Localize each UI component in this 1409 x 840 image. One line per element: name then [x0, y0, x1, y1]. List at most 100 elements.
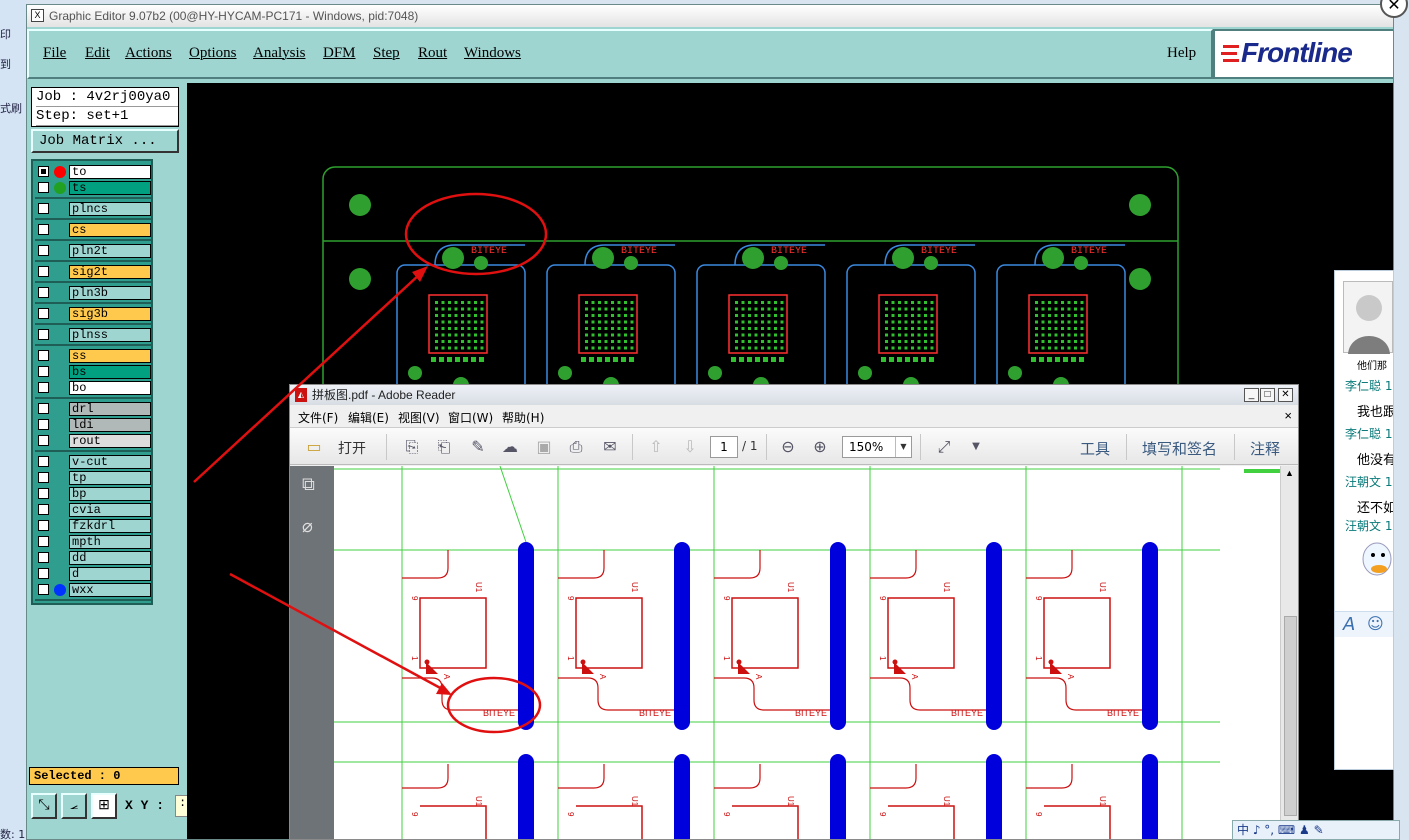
zoom-select[interactable]: 150% ▼ — [842, 436, 912, 458]
menu-analysis[interactable]: Analysis — [253, 45, 306, 62]
print-icon[interactable]: ⎙ — [566, 437, 586, 457]
layer-row-ldi[interactable]: ldi — [35, 418, 151, 432]
combine-icon[interactable]: ⎗ — [434, 437, 454, 457]
ime-bar[interactable]: 中 ♪ °, ⌨ ♟ ✎ — [1232, 820, 1400, 840]
layer-row-bs[interactable]: bs — [35, 365, 151, 379]
zoom-in-icon[interactable]: ⊕ — [810, 437, 830, 457]
layer-checkbox[interactable] — [38, 245, 49, 256]
fill-sign-link[interactable]: 填写和签名 — [1142, 438, 1217, 459]
menu-view[interactable]: 视图(V) — [398, 409, 440, 426]
close-document-icon[interactable]: × — [1284, 408, 1292, 423]
menu-rout[interactable]: Rout — [418, 45, 447, 62]
layer-row-pln3b[interactable]: pln3b — [35, 286, 151, 300]
menu-actions[interactable]: Actions — [125, 45, 172, 62]
measure-button[interactable]: ⦟ — [61, 793, 87, 819]
layer-checkbox[interactable] — [38, 182, 49, 193]
chat-input[interactable] — [1335, 637, 1393, 769]
fullscreen-icon[interactable]: ⤢ — [934, 437, 954, 457]
layer-row-bp[interactable]: bp — [35, 487, 151, 501]
layer-checkbox[interactable] — [38, 472, 49, 483]
menu-edit[interactable]: Edit — [85, 45, 110, 62]
layer-checkbox[interactable] — [38, 504, 49, 515]
layer-checkbox[interactable] — [38, 308, 49, 319]
layer-row-drl[interactable]: drl — [35, 402, 151, 416]
layer-checkbox[interactable] — [38, 366, 49, 377]
layer-row-cs[interactable]: cs — [35, 223, 151, 237]
layer-checkbox[interactable] — [38, 456, 49, 467]
layer-row-dd[interactable]: dd — [35, 551, 151, 565]
layer-row-plnss[interactable]: plnss — [35, 328, 151, 342]
menu-file[interactable]: 文件(F) — [298, 409, 338, 426]
layer-row-cvia[interactable]: cvia — [35, 503, 151, 517]
menu-help[interactable]: Help — [1167, 45, 1196, 62]
pages-icon[interactable]: ⧉ — [302, 474, 315, 495]
layer-row-d[interactable]: d — [35, 567, 151, 581]
layer-checkbox[interactable] — [38, 536, 49, 547]
pdf-document-view[interactable]: BITEYE U1 9 1 A U1 9 BITEYE U1 9 1 A U1 9 BITEYE U1 9 1 A U… — [334, 466, 1280, 839]
create-pdf-icon[interactable]: ⎘ — [402, 437, 422, 457]
layer-row-plncs[interactable]: plncs — [35, 202, 151, 216]
zoom-out-icon[interactable]: ⊖ — [778, 437, 798, 457]
sign-icon[interactable]: ✎ — [468, 437, 488, 457]
layer-row-fzkdrl[interactable]: fzkdrl — [35, 519, 151, 533]
layer-checkbox[interactable] — [38, 488, 49, 499]
next-page-icon[interactable]: ⇩ — [680, 437, 700, 457]
layer-row-sig2t[interactable]: sig2t — [35, 265, 151, 279]
layer-row-wxx[interactable]: wxx — [35, 583, 151, 597]
job-matrix-button[interactable]: Job Matrix ... — [31, 129, 179, 153]
layer-row-ts[interactable]: ts — [35, 181, 151, 195]
maximize-button[interactable]: □ — [1260, 388, 1275, 402]
layer-row-sig3b[interactable]: sig3b — [35, 307, 151, 321]
zoom-fit-button[interactable]: ⤡ — [31, 793, 57, 819]
upload-icon[interactable]: ☁ — [500, 437, 520, 457]
layer-checkbox[interactable] — [38, 419, 49, 430]
layer-row-mpth[interactable]: mpth — [35, 535, 151, 549]
layer-row-rout[interactable]: rout — [35, 434, 151, 448]
emoji-icon[interactable]: ☺ — [1367, 614, 1384, 633]
folder-icon[interactable]: ▭ — [304, 437, 324, 457]
layer-row-to[interactable]: to — [35, 165, 151, 179]
prev-page-icon[interactable]: ⇧ — [646, 437, 666, 457]
layer-checkbox[interactable] — [38, 266, 49, 277]
grid-button[interactable]: ⊞ — [91, 793, 117, 819]
menu-dfm[interactable]: DFM — [323, 45, 356, 62]
layer-checkbox[interactable] — [38, 329, 49, 340]
layer-checkbox[interactable] — [38, 350, 49, 361]
layer-row-bo[interactable]: bo — [35, 381, 151, 395]
scroll-thumb[interactable] — [1284, 616, 1297, 816]
layer-checkbox[interactable] — [38, 166, 49, 177]
layer-checkbox[interactable] — [38, 403, 49, 414]
attachment-icon[interactable]: ⌀ — [302, 516, 313, 537]
minimize-button[interactable]: _ — [1244, 388, 1259, 402]
layer-checkbox[interactable] — [38, 203, 49, 214]
scroll-up-icon[interactable]: ▲ — [1285, 468, 1294, 478]
layer-checkbox[interactable] — [38, 287, 49, 298]
menu-edit[interactable]: 编辑(E) — [348, 409, 389, 426]
vertical-scrollbar[interactable]: ▲ — [1280, 466, 1298, 839]
menu-file[interactable]: File — [43, 45, 66, 62]
menu-windows[interactable]: Windows — [464, 45, 521, 62]
layer-checkbox[interactable] — [38, 520, 49, 531]
layer-checkbox[interactable] — [38, 224, 49, 235]
menu-window[interactable]: 窗口(W) — [448, 409, 493, 426]
layer-row-v-cut[interactable]: v-cut — [35, 455, 151, 469]
menu-options[interactable]: Options — [189, 45, 237, 62]
layer-checkbox[interactable] — [38, 584, 49, 595]
save-icon[interactable]: ▣ — [534, 437, 554, 457]
layer-checkbox[interactable] — [38, 435, 49, 446]
layer-checkbox[interactable] — [38, 382, 49, 393]
tools-link[interactable]: 工具 — [1080, 438, 1110, 459]
layer-row-ss[interactable]: ss — [35, 349, 151, 363]
open-button[interactable]: 打开 — [338, 438, 366, 458]
font-icon[interactable]: A — [1343, 614, 1355, 635]
layer-row-pln2t[interactable]: pln2t — [35, 244, 151, 258]
layer-checkbox[interactable] — [38, 552, 49, 563]
email-icon[interactable]: ✉ — [600, 437, 620, 457]
comment-link[interactable]: 注释 — [1250, 438, 1280, 459]
close-button[interactable]: ✕ — [1278, 388, 1293, 402]
toolbar-more-icon[interactable]: ▼ — [966, 437, 986, 457]
menu-step[interactable]: Step — [373, 45, 400, 62]
menu-help[interactable]: 帮助(H) — [502, 409, 544, 426]
layer-row-tp[interactable]: tp — [35, 471, 151, 485]
page-number-input[interactable]: 1 — [710, 436, 738, 458]
